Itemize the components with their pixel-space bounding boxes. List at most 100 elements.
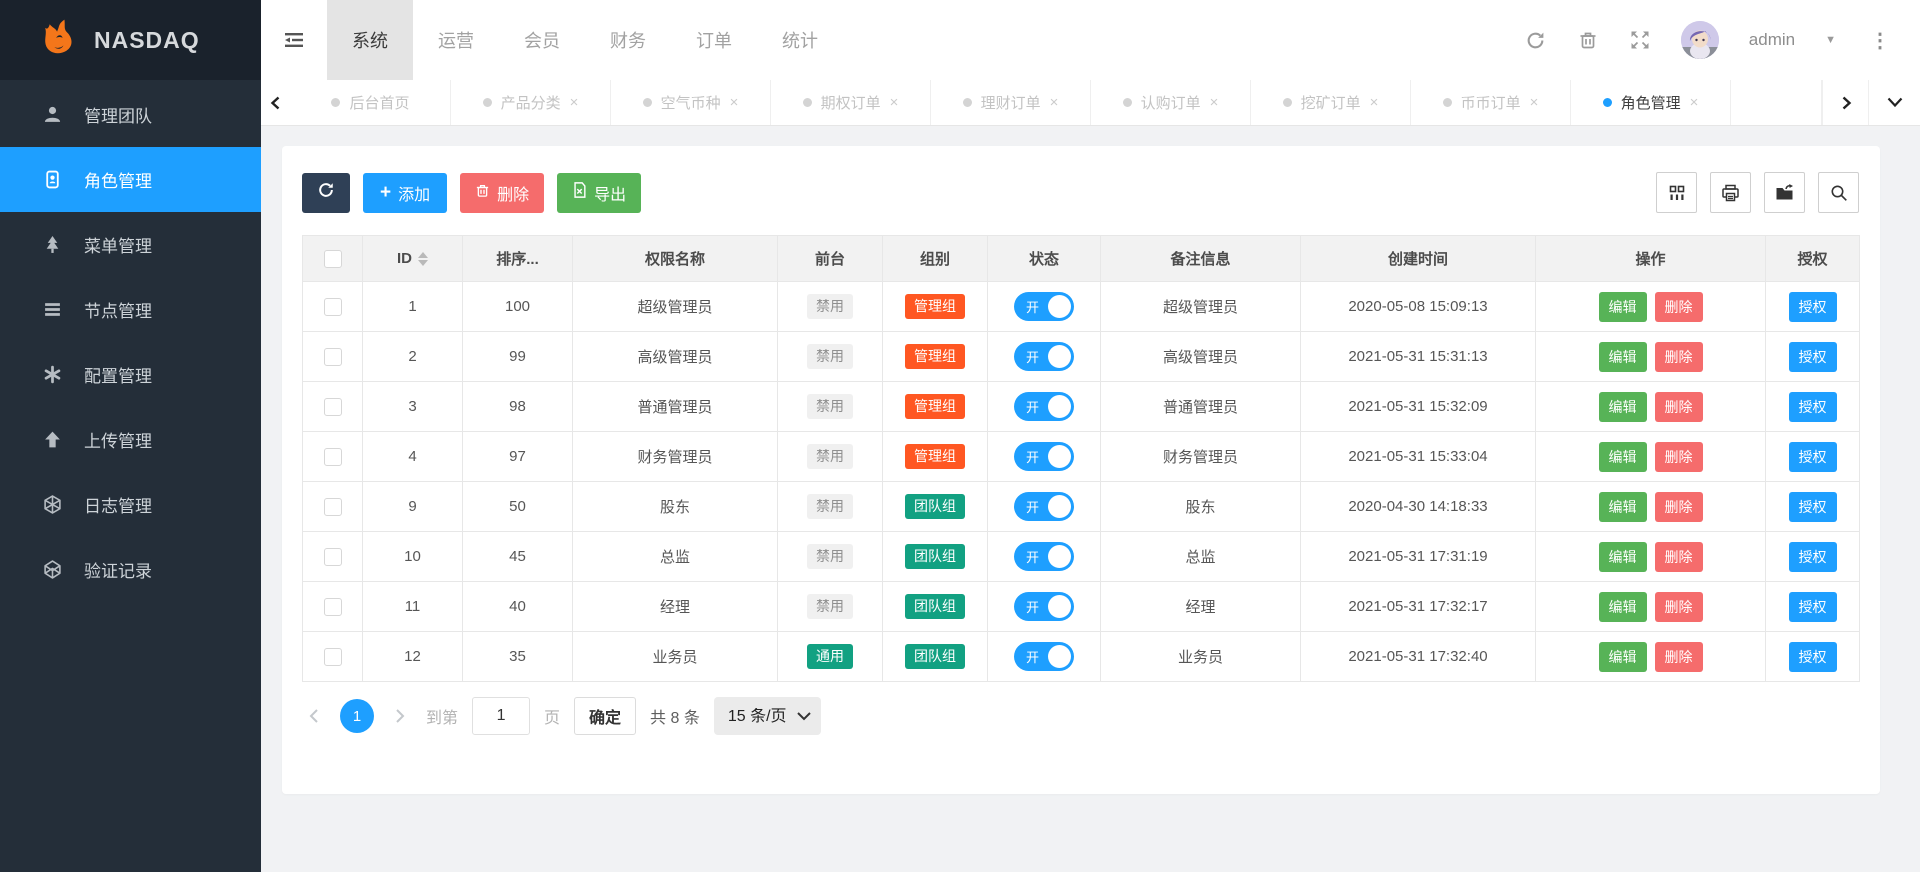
edit-button[interactable]: 编辑 (1599, 592, 1647, 622)
authorize-button[interactable]: 授权 (1789, 592, 1837, 622)
authorize-button[interactable]: 授权 (1789, 442, 1837, 472)
sidebar-item-admin-team[interactable]: 管理团队 (0, 82, 261, 147)
topnav-item-system[interactable]: 系统 (327, 0, 413, 80)
tab-product-category[interactable]: 产品分类 × (451, 80, 611, 125)
status-toggle[interactable]: 开 (1014, 442, 1074, 471)
topnav-item-members[interactable]: 会员 (499, 0, 585, 80)
authorize-button[interactable]: 授权 (1789, 392, 1837, 422)
edit-button[interactable]: 编辑 (1599, 442, 1647, 472)
tab-subscribe-orders[interactable]: 认购订单 × (1091, 80, 1251, 125)
authorize-button[interactable]: 授权 (1789, 292, 1837, 322)
authorize-button[interactable]: 授权 (1789, 342, 1837, 372)
add-button[interactable]: + 添加 (363, 173, 447, 213)
tab-close-icon[interactable]: × (1530, 95, 1539, 110)
username[interactable]: admin (1749, 30, 1795, 50)
authorize-button[interactable]: 授权 (1789, 642, 1837, 672)
tab-close-icon[interactable]: × (1690, 95, 1699, 110)
delete-row-button[interactable]: 删除 (1655, 592, 1703, 622)
row-checkbox[interactable] (324, 598, 342, 616)
status-toggle[interactable]: 开 (1014, 592, 1074, 621)
caret-down-icon[interactable]: ▼ (1825, 34, 1836, 46)
sidebar-item-role-management[interactable]: 角色管理 (0, 147, 261, 212)
delete-button[interactable]: 删除 (460, 173, 544, 213)
tab-mining-orders[interactable]: 挖矿订单 × (1251, 80, 1411, 125)
confirm-page-button[interactable]: 确定 (574, 697, 636, 735)
header-id[interactable]: ID (363, 236, 463, 282)
status-toggle[interactable]: 开 (1014, 542, 1074, 571)
row-checkbox[interactable] (324, 448, 342, 466)
tab-close-icon[interactable]: × (570, 95, 579, 110)
tab-close-icon[interactable]: × (1370, 95, 1379, 110)
tabs-scroll-right-icon[interactable] (1822, 80, 1868, 125)
tabs-scroll-left-icon[interactable] (261, 80, 291, 125)
row-checkbox[interactable] (324, 498, 342, 516)
columns-icon[interactable] (1656, 172, 1697, 213)
tab-close-icon[interactable]: × (730, 95, 739, 110)
goto-page-input[interactable] (472, 697, 530, 735)
tab-option-orders[interactable]: 期权订单 × (771, 80, 931, 125)
topnav-item-statistics[interactable]: 统计 (757, 0, 843, 80)
tab-coin-orders[interactable]: 币币订单 × (1411, 80, 1571, 125)
authorize-button[interactable]: 授权 (1789, 542, 1837, 572)
topnav-item-orders[interactable]: 订单 (671, 0, 757, 80)
tab-close-icon[interactable]: × (890, 95, 899, 110)
row-checkbox[interactable] (324, 298, 342, 316)
edit-button[interactable]: 编辑 (1599, 492, 1647, 522)
select-all-checkbox[interactable] (324, 250, 342, 268)
sidebar-item-menu-management[interactable]: 菜单管理 (0, 212, 261, 277)
delete-row-button[interactable]: 删除 (1655, 342, 1703, 372)
edit-button[interactable]: 编辑 (1599, 292, 1647, 322)
row-checkbox[interactable] (324, 548, 342, 566)
sidebar-item-upload-management[interactable]: 上传管理 (0, 407, 261, 472)
row-checkbox[interactable] (324, 398, 342, 416)
sidebar-item-config-management[interactable]: 配置管理 (0, 342, 261, 407)
menu-fold-icon[interactable] (261, 0, 327, 80)
delete-row-button[interactable]: 删除 (1655, 642, 1703, 672)
tab-air-coins[interactable]: 空气币种 × (611, 80, 771, 125)
page-size-select[interactable]: 15 条/页 (714, 697, 821, 735)
edit-button[interactable]: 编辑 (1599, 642, 1647, 672)
authorize-button[interactable]: 授权 (1789, 492, 1837, 522)
folder-export-icon[interactable] (1764, 172, 1805, 213)
status-toggle[interactable]: 开 (1014, 342, 1074, 371)
export-button[interactable]: 导出 (557, 173, 641, 213)
refresh-icon[interactable] (1525, 29, 1547, 51)
sidebar-item-node-management[interactable]: 节点管理 (0, 277, 261, 342)
edit-button[interactable]: 编辑 (1599, 342, 1647, 372)
sidebar-item-verify-records[interactable]: 验证记录 (0, 537, 261, 602)
prev-page-icon[interactable] (302, 708, 326, 724)
avatar[interactable] (1681, 21, 1719, 59)
status-toggle[interactable]: 开 (1014, 392, 1074, 421)
refresh-button[interactable] (302, 173, 350, 213)
more-menu-icon[interactable]: ⋮ (1866, 28, 1894, 53)
delete-row-button[interactable]: 删除 (1655, 442, 1703, 472)
tab-close-icon[interactable]: × (1050, 95, 1059, 110)
fullscreen-icon[interactable] (1629, 29, 1651, 51)
topnav-item-operations[interactable]: 运营 (413, 0, 499, 80)
delete-row-button[interactable]: 删除 (1655, 392, 1703, 422)
cell-status: 开 (988, 632, 1101, 682)
status-toggle[interactable]: 开 (1014, 492, 1074, 521)
status-toggle[interactable]: 开 (1014, 292, 1074, 321)
tab-home[interactable]: 后台首页 (291, 80, 451, 125)
status-toggle[interactable]: 开 (1014, 642, 1074, 671)
edit-button[interactable]: 编辑 (1599, 392, 1647, 422)
cell-checkbox (303, 282, 363, 332)
next-page-icon[interactable] (388, 708, 412, 724)
tab-role-management[interactable]: 角色管理 × (1571, 80, 1731, 125)
delete-row-button[interactable]: 删除 (1655, 292, 1703, 322)
trash-icon[interactable] (1577, 29, 1599, 51)
delete-row-button[interactable]: 删除 (1655, 492, 1703, 522)
delete-row-button[interactable]: 删除 (1655, 542, 1703, 572)
tabs-menu-icon[interactable] (1868, 80, 1920, 125)
row-checkbox[interactable] (324, 648, 342, 666)
tab-wealth-orders[interactable]: 理财订单 × (931, 80, 1091, 125)
row-checkbox[interactable] (324, 348, 342, 366)
page-number[interactable]: 1 (340, 699, 374, 733)
search-icon[interactable] (1818, 172, 1859, 213)
tab-close-icon[interactable]: × (1210, 95, 1219, 110)
topnav-item-finance[interactable]: 财务 (585, 0, 671, 80)
sidebar-item-log-management[interactable]: 日志管理 (0, 472, 261, 537)
printer-icon[interactable] (1710, 172, 1751, 213)
edit-button[interactable]: 编辑 (1599, 542, 1647, 572)
